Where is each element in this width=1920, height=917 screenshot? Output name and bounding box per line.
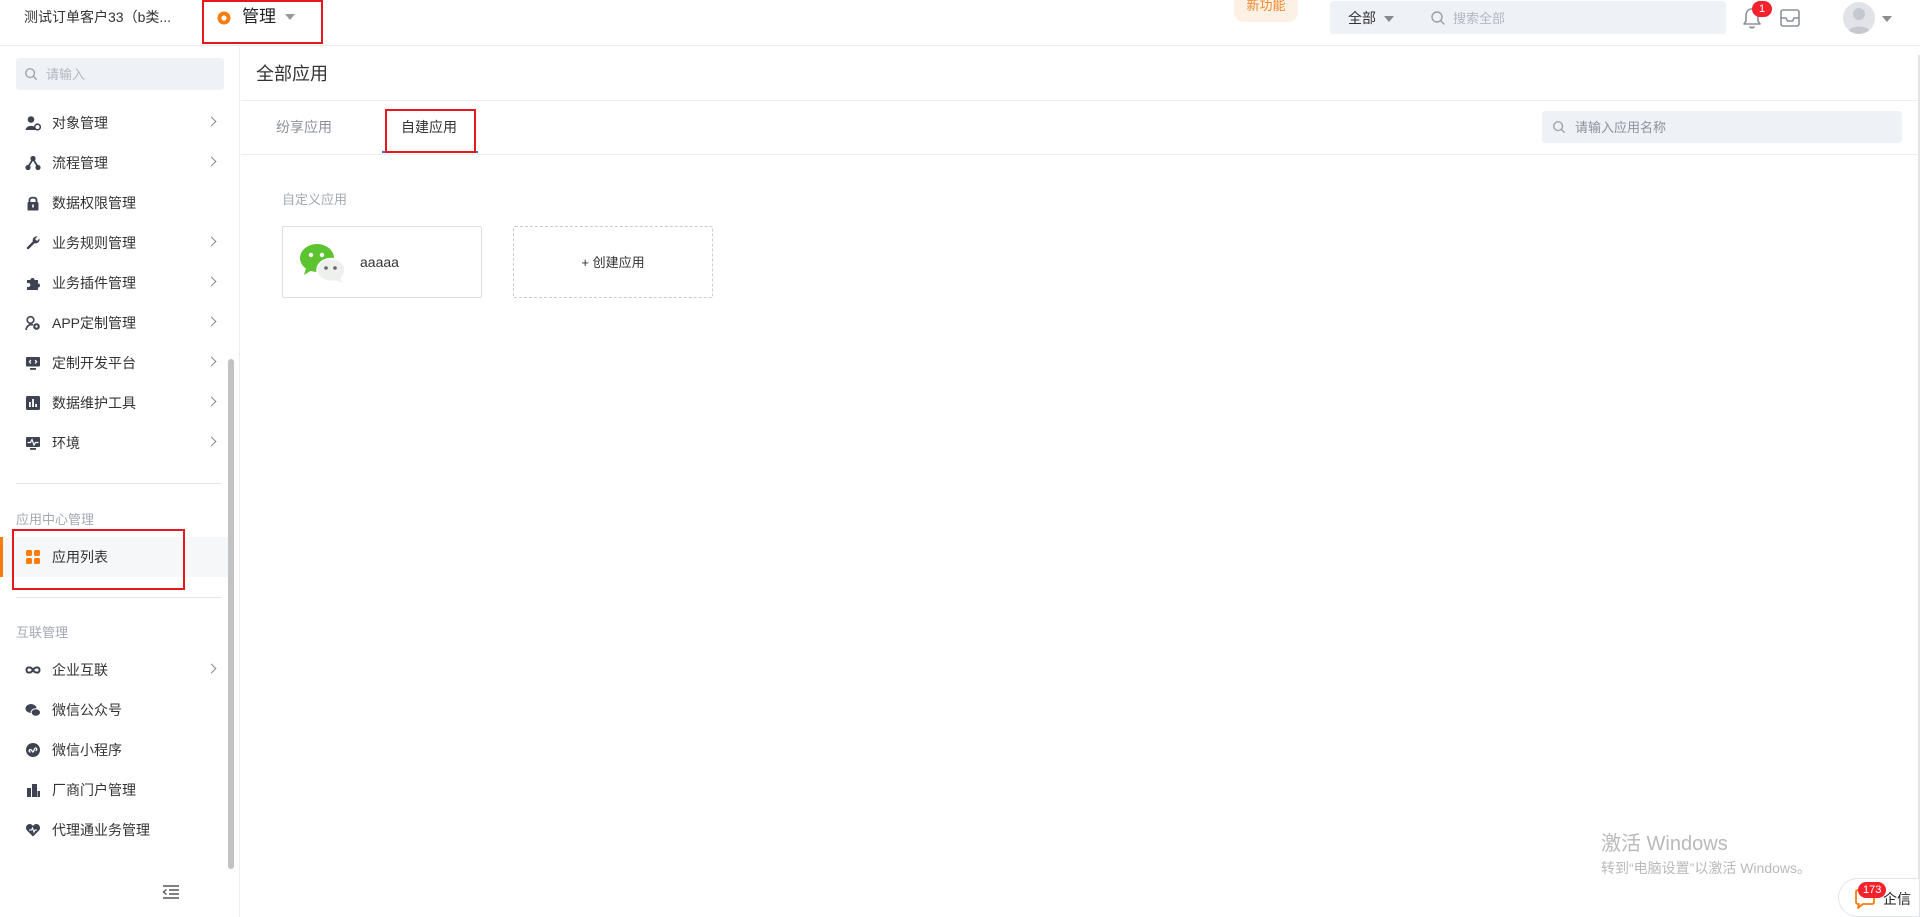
active-indicator — [0, 537, 3, 577]
avatar[interactable] — [1843, 2, 1875, 34]
top-bar: 测试订单客户33（b类... 管理 新功能 全部 1 — [0, 0, 1920, 46]
building-icon — [27, 784, 40, 797]
sidebar-item-flow-management[interactable]: 流程管理 — [0, 143, 228, 183]
sidebar-item-business-rules[interactable]: 业务规则管理 — [0, 223, 228, 263]
sidebar-item-label: 厂商门户管理 — [52, 782, 136, 798]
activation-watermark-text: 转到“电脑设置”以激活 Windows。 — [1601, 860, 1812, 876]
app-list-highlight-box — [12, 529, 185, 590]
sidebar-item-label: 定制开发平台 — [52, 355, 136, 371]
chevron-right-icon — [206, 356, 217, 367]
user-icon — [1847, 8, 1871, 34]
sidebar-item-label: 业务插件管理 — [52, 275, 136, 291]
flow-icon — [25, 155, 41, 171]
sidebar-item-enterprise-interconnect[interactable]: 企业互联 — [0, 650, 228, 690]
sidebar-item-object-management[interactable]: 对象管理 — [0, 103, 228, 143]
sidebar-item-label: 企业互联 — [52, 662, 108, 678]
group-title-app-center: 应用中心管理 — [16, 512, 95, 527]
chevron-down-icon[interactable] — [1384, 16, 1394, 22]
sidebar-item-vendor-portal[interactable]: 厂商门户管理 — [0, 770, 228, 810]
sidebar-item-label: 微信小程序 — [52, 742, 122, 758]
sidebar-item-label: 对象管理 — [52, 115, 108, 131]
chevron-right-icon — [206, 156, 217, 167]
sidebar-item-label: 流程管理 — [52, 155, 108, 171]
sidebar-item-label: 数据权限管理 — [52, 195, 136, 211]
sidebar-scrollbar[interactable] — [228, 359, 234, 869]
sidebar-item-label: 代理通业务管理 — [52, 822, 150, 838]
chevron-right-icon — [206, 316, 217, 327]
object-icon — [25, 116, 41, 131]
search-icon — [1553, 121, 1565, 133]
wechat-logo-icon — [300, 244, 346, 283]
notification-badge: 1 — [1752, 1, 1772, 17]
tab-shared-apps[interactable]: 纷享应用 — [276, 118, 332, 136]
create-app-label: + 创建应用 — [581, 255, 645, 270]
app-gear-icon — [25, 315, 40, 331]
heart-icon — [26, 824, 40, 837]
sidebar-item-label: APP定制管理 — [52, 315, 137, 331]
env-monitor-icon — [26, 437, 40, 450]
puzzle-icon — [27, 278, 40, 290]
sidebar-item-wechat-official[interactable]: 微信公众号 — [0, 690, 228, 730]
activation-watermark-title: 激活 Windows — [1601, 833, 1728, 855]
sidebar-item-label: 微信公众号 — [52, 702, 122, 718]
section-label-custom-apps: 自定义应用 — [282, 192, 348, 207]
global-search-input[interactable] — [1453, 8, 1703, 28]
sidebar-item-wechat-miniprogram[interactable]: 微信小程序 — [0, 730, 228, 770]
chevron-down-icon[interactable] — [285, 14, 295, 20]
dev-monitor-icon — [26, 357, 40, 370]
app-search-input[interactable] — [1575, 118, 1885, 136]
gear-icon — [217, 11, 231, 25]
sidebar-item-data-maintenance[interactable]: 数据维护工具 — [0, 383, 228, 423]
module-switcher[interactable]: 管理 — [242, 6, 276, 28]
sidebar-item-environment[interactable]: 环境 — [0, 423, 228, 463]
app-card[interactable]: aaaaa — [282, 226, 482, 298]
tabs-bar: 纷享应用 自建应用 — [241, 101, 1920, 155]
sidebar-search — [16, 58, 224, 90]
search-scope-select[interactable]: 全部 — [1348, 10, 1376, 26]
chart-box-icon — [26, 396, 40, 410]
create-app-button[interactable]: + 创建应用 — [513, 226, 713, 298]
chevron-right-icon — [206, 396, 217, 407]
sidebar-item-app-customization[interactable]: APP定制管理 — [0, 303, 228, 343]
sidebar-item-data-permission[interactable]: 数据权限管理 — [0, 183, 228, 223]
sidebar: 对象管理 流程管理 数据权限管理 业务规则管理 — [0, 47, 240, 917]
app-search — [1542, 111, 1902, 143]
qixin-chat-button[interactable]: 173 企信 — [1838, 878, 1920, 917]
group-title-interconnect: 互联管理 — [16, 625, 69, 640]
sidebar-item-label: 环境 — [52, 435, 80, 451]
search-icon — [1431, 11, 1445, 25]
chevron-right-icon — [206, 436, 217, 447]
app-name: aaaaa — [360, 254, 399, 270]
page-title: 全部应用 — [256, 64, 328, 84]
company-name[interactable]: 测试订单客户33（b类... — [24, 8, 171, 26]
sidebar-item-dev-platform[interactable]: 定制开发平台 — [0, 343, 228, 383]
sidebar-item-business-plugins[interactable]: 业务插件管理 — [0, 263, 228, 303]
chevron-right-icon — [206, 276, 217, 287]
chevron-right-icon — [206, 663, 217, 674]
collapse-menu-icon[interactable] — [162, 884, 180, 900]
lock-icon — [27, 196, 39, 211]
miniprogram-icon — [26, 743, 40, 757]
new-feature-badge[interactable]: 新功能 — [1234, 0, 1298, 22]
wechat-icon — [25, 704, 41, 717]
tab-highlight-box — [385, 109, 476, 153]
chat-label: 企信 — [1883, 891, 1911, 907]
sidebar-item-agent-business[interactable]: 代理通业务管理 — [0, 810, 228, 850]
inbox-icon[interactable] — [1779, 7, 1801, 29]
chevron-right-icon — [206, 116, 217, 127]
sidebar-item-label: 数据维护工具 — [52, 395, 136, 411]
search-icon — [25, 68, 37, 80]
divider — [16, 597, 221, 598]
chevron-right-icon — [206, 236, 217, 247]
divider — [16, 483, 221, 484]
chevron-down-icon[interactable] — [1882, 16, 1892, 22]
main-content: 全部应用 纷享应用 自建应用 自定义应用 aaaaa + 创建应用 — [241, 47, 1920, 917]
global-search: 全部 — [1330, 1, 1726, 34]
sidebar-item-label: 业务规则管理 — [52, 235, 136, 251]
wrench-icon — [26, 236, 40, 250]
infinity-icon — [25, 666, 41, 674]
sidebar-search-input[interactable] — [46, 65, 216, 83]
